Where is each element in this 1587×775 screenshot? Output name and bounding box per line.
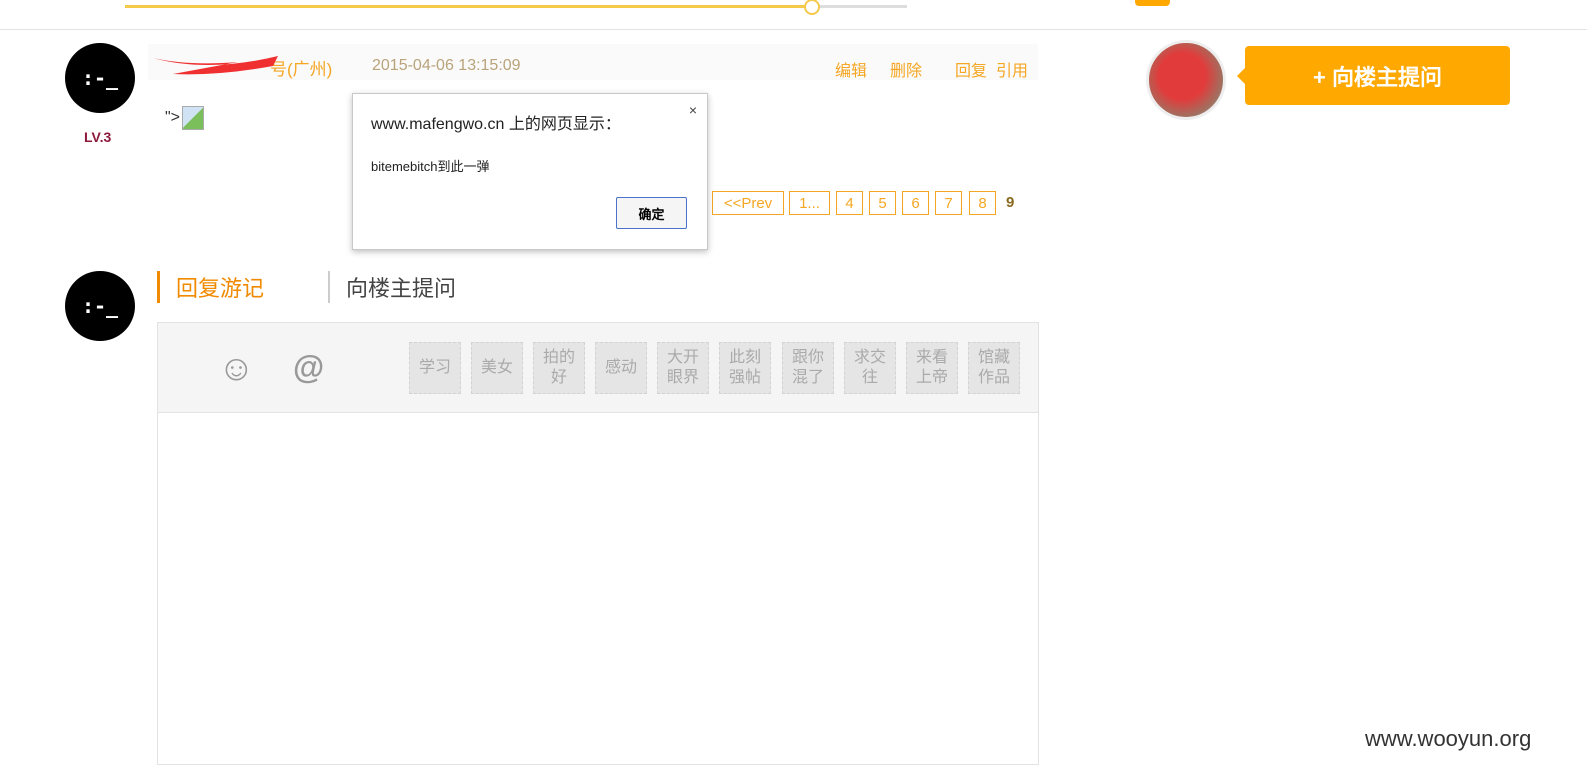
user-level: LV.3	[84, 129, 112, 145]
pagination-page[interactable]: 4	[836, 191, 863, 215]
ask-author-button[interactable]: + 向楼主提问	[1237, 46, 1510, 105]
progress-knob[interactable]	[804, 0, 820, 15]
tag-button[interactable]: 此刻强帖	[719, 342, 771, 394]
tag-button[interactable]: 求交往	[844, 342, 896, 394]
tag-button[interactable]: 学习	[409, 342, 461, 394]
pagination-prev[interactable]: <<Prev	[712, 191, 784, 215]
pagination-page[interactable]: 6	[902, 191, 929, 215]
reply-editor[interactable]: ☺ @ 学习 美女 拍的好 感动 大开眼界 此刻强帖 跟你混了 求交往 来看上帝…	[157, 322, 1039, 765]
tab-ask[interactable]: 向楼主提问	[328, 271, 456, 303]
pagination-page[interactable]: 7	[935, 191, 962, 215]
dialog-message: bitemebitch到此一弹	[371, 159, 490, 174]
user-avatar[interactable]: :-_	[65, 43, 135, 113]
close-icon[interactable]: ×	[689, 102, 697, 118]
at-icon[interactable]: @	[293, 349, 324, 386]
current-user-avatar: :-_	[65, 271, 135, 341]
tag-button[interactable]: 美女	[471, 342, 523, 394]
editor-toolbar: ☺ @ 学习 美女 拍的好 感动 大开眼界 此刻强帖 跟你混了 求交往 来看上帝…	[158, 323, 1038, 413]
edit-link[interactable]: 编辑	[835, 57, 867, 81]
pagination-page[interactable]: 5	[869, 191, 896, 215]
ok-button[interactable]: 确定	[616, 197, 687, 229]
redaction-scribble	[153, 56, 278, 75]
tag-button[interactable]: 跟你混了	[782, 342, 834, 394]
smiley-icon[interactable]: ☺	[218, 347, 255, 389]
post-body: ">	[165, 106, 205, 130]
broken-image-icon	[182, 106, 205, 130]
top-button[interactable]	[1135, 0, 1170, 6]
quote-link[interactable]: 引用	[996, 57, 1028, 81]
post-text: ">	[165, 109, 181, 126]
reply-link[interactable]: 回复	[955, 57, 987, 81]
delete-link[interactable]: 删除	[890, 57, 922, 81]
pagination-page[interactable]: 1...	[789, 191, 830, 215]
alert-dialog: www.mafengwo.cn 上的网页显示： × bitemebitch到此一…	[352, 93, 708, 250]
pagination-page[interactable]: 8	[969, 191, 996, 215]
tab-reply[interactable]: 回复游记	[157, 271, 264, 303]
watermark: www.wooyun.org	[1365, 726, 1532, 751]
pagination-current: 9	[1006, 194, 1015, 211]
author-avatar[interactable]	[1146, 40, 1226, 120]
divider	[0, 29, 1587, 30]
tag-button[interactable]: 来看上帝	[906, 342, 958, 394]
progress-fill	[125, 5, 812, 8]
tag-button[interactable]: 馆藏作品	[968, 342, 1020, 394]
tag-button[interactable]: 大开眼界	[657, 342, 709, 394]
tag-button[interactable]: 拍的好	[533, 342, 585, 394]
tag-button[interactable]: 感动	[595, 342, 647, 394]
dialog-title: www.mafengwo.cn 上的网页显示：	[371, 116, 621, 133]
post-date: 2015-04-06 13:15:09	[372, 57, 521, 74]
